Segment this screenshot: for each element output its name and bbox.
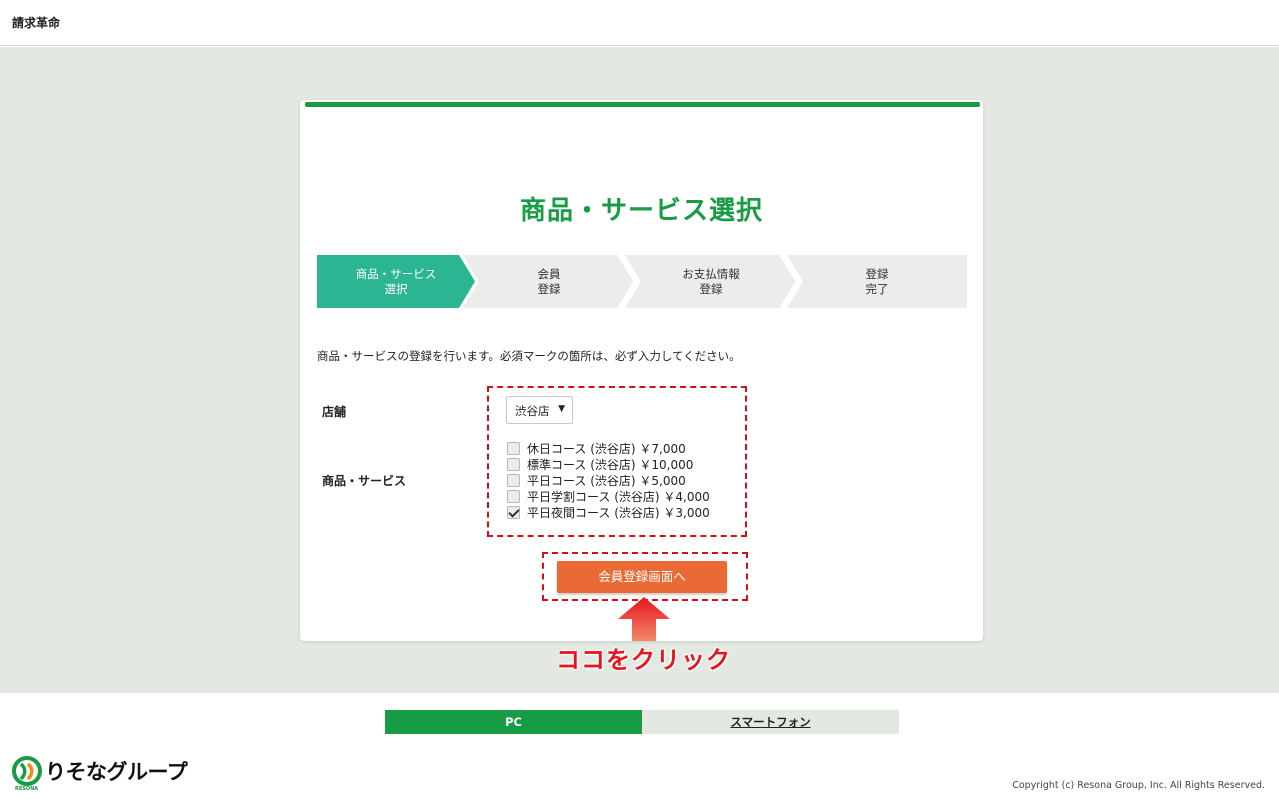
page-title: 商品・サービス選択 — [519, 196, 763, 226]
step-label: 商品・サービス 選択 — [355, 266, 437, 296]
view-pc-tab[interactable]: PC — [385, 710, 642, 734]
instruction-text: 商品・サービスの登録を行います。必須マークの箇所は、必ず入力してください。 — [317, 349, 741, 363]
highlight-box-button — [542, 552, 748, 601]
progress-steps: 商品・サービス 選択 会員 登録 お支払情報 登録 登録 完了 — [317, 255, 967, 308]
step-payment-info: お支払情報 登録 — [625, 255, 797, 308]
copyright-text: Copyright (c) Resona Group, Inc. All Rig… — [1012, 780, 1265, 791]
arrow-up-icon — [618, 597, 670, 641]
step-member-register: 会員 登録 — [463, 255, 635, 308]
logo-subtext: RESONA — [15, 786, 39, 792]
logo-text: りそなグループ — [45, 760, 188, 784]
view-toggle: PC スマートフォン — [385, 710, 899, 734]
click-here-callout: ココをクリック — [556, 646, 731, 674]
app-brand: 請求革命 — [12, 16, 61, 30]
view-smartphone-link[interactable]: スマートフォン — [642, 710, 899, 734]
step-label: お支払情報 登録 — [682, 266, 740, 296]
highlight-box-selection — [487, 386, 747, 537]
store-label: 店舗 — [322, 405, 347, 419]
top-bar: 請求革命 — [0, 0, 1279, 46]
step-complete: 登録 完了 — [787, 255, 967, 308]
step-label: 登録 完了 — [865, 266, 889, 296]
resona-logo: りそなグループ — [12, 756, 188, 786]
card-accent-bar — [305, 102, 980, 107]
service-label: 商品・サービス — [322, 474, 407, 488]
resona-logo-icon — [12, 756, 42, 786]
step-label: 会員 登録 — [537, 266, 561, 296]
step-product-select: 商品・サービス 選択 — [317, 255, 475, 308]
